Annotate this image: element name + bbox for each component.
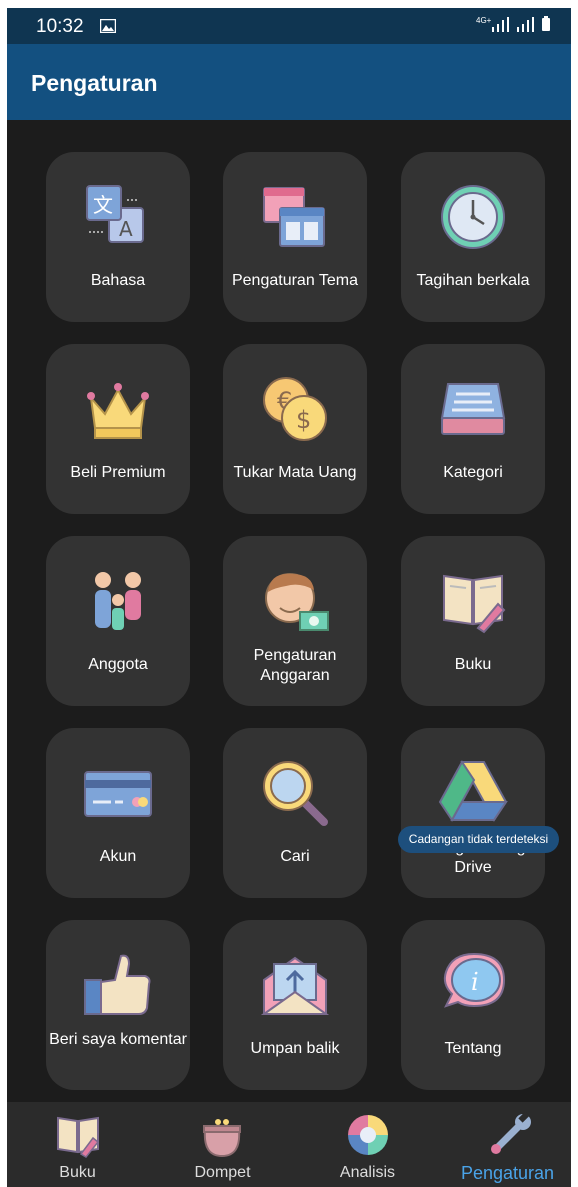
translate-icon: A 文 <box>86 185 144 243</box>
signal-icon <box>492 17 509 32</box>
tile-label: Buku <box>454 656 492 673</box>
wallet-icon <box>203 1119 241 1158</box>
tile-bahasa[interactable]: A 文 Bahasa <box>46 152 190 322</box>
page-title: Pengaturan <box>31 70 158 96</box>
pie-chart-icon <box>348 1115 388 1155</box>
svg-text:文: 文 <box>93 193 113 217</box>
tile-tagihan-berkala[interactable]: Tagihan berkala <box>401 152 545 322</box>
nav-label: Dompet <box>194 1164 251 1181</box>
tile-cadangan-google-drive[interactable]: Cadangan Google Drive <box>401 728 545 898</box>
tile-label: Cari <box>280 848 310 865</box>
clock-icon <box>441 185 505 249</box>
nav-analisis[interactable]: Analisis <box>297 1102 438 1187</box>
app-bar: Pengaturan <box>7 44 571 120</box>
nav-dompet[interactable]: Dompet <box>152 1102 293 1187</box>
tile-label: Kategori <box>443 464 503 481</box>
nav-buku[interactable]: Buku <box>7 1102 148 1187</box>
tile-umpan-balik[interactable]: Umpan balik <box>223 920 367 1090</box>
status-time: 10:32 <box>36 16 84 37</box>
info-bubble-icon: i <box>443 952 506 1008</box>
tile-label: Bahasa <box>90 272 146 289</box>
tile-buku[interactable]: Buku <box>401 536 545 706</box>
tile-label: Tentang <box>444 1040 502 1057</box>
book-icon <box>443 574 506 634</box>
settings-grid: A 文 Bahasa Pengaturan Tema Tagihan berka… <box>7 120 571 1102</box>
tile-label: Tagihan berkala <box>416 272 530 289</box>
wrench-icon <box>491 1112 531 1154</box>
tile-pengaturan-tema[interactable]: Pengaturan Tema <box>223 152 367 322</box>
currency-exchange-icon: € $ <box>263 377 327 441</box>
tile-anggota[interactable]: Anggota <box>46 536 190 706</box>
tile-kategori[interactable]: Kategori <box>401 344 545 514</box>
budget-icon <box>265 573 329 631</box>
phone-screen: 10:32 4G+ Pengaturan A 文 Bahasa Pengatur… <box>7 8 571 1187</box>
svg-text:$: $ <box>296 406 311 434</box>
credit-card-icon <box>84 771 152 817</box>
google-drive-icon <box>438 760 508 822</box>
backup-status-badge: Cadangan tidak terdeteksi <box>398 826 559 853</box>
nav-pengaturan[interactable]: Pengaturan <box>437 1102 571 1187</box>
theme-icon <box>263 187 325 247</box>
tile-cari[interactable]: Cari <box>223 728 367 898</box>
battery-icon <box>542 16 550 31</box>
svg-text:A: A <box>119 217 133 241</box>
tray-icon <box>440 383 506 435</box>
thumbs-up-icon <box>84 954 151 1015</box>
tile-beli-premium[interactable]: Beli Premium <box>46 344 190 514</box>
book-icon <box>57 1116 100 1158</box>
tile-akun[interactable]: Akun <box>46 728 190 898</box>
crown-icon <box>87 383 149 439</box>
tile-label: Beli Premium <box>70 464 166 481</box>
family-icon <box>95 572 141 630</box>
signal-icon <box>517 17 534 32</box>
tile-label: Pengaturan Anggaran <box>253 647 337 684</box>
image-icon <box>100 19 116 33</box>
tile-label: Anggota <box>88 656 148 673</box>
magnifier-icon <box>263 761 328 826</box>
bottom-navigation: Buku Dompet Analisis Pengaturan <box>7 1102 571 1187</box>
tile-label: Tukar Mata Uang <box>233 464 357 481</box>
tile-label: Pengaturan Tema <box>231 272 358 289</box>
status-bar: 10:32 4G+ <box>7 8 571 44</box>
nav-label: Pengaturan <box>460 1163 555 1183</box>
nav-label: Analisis <box>339 1164 396 1181</box>
tile-tukar-mata-uang[interactable]: € $ Tukar Mata Uang <box>223 344 367 514</box>
tile-label: Umpan balik <box>250 1040 340 1057</box>
tile-beri-saya-komentar[interactable]: Beri saya komentar <box>46 920 190 1090</box>
network-type: 4G+ <box>476 16 492 25</box>
svg-text:i: i <box>471 968 479 996</box>
tile-label: Beri saya komentar <box>49 1031 187 1048</box>
tile-label: Akun <box>99 848 137 865</box>
feedback-envelope-icon <box>260 956 330 1015</box>
nav-label: Buku <box>59 1164 96 1181</box>
tile-pengaturan-anggaran[interactable]: Pengaturan Anggaran <box>223 536 367 706</box>
tile-tentang[interactable]: i Tentang <box>401 920 545 1090</box>
